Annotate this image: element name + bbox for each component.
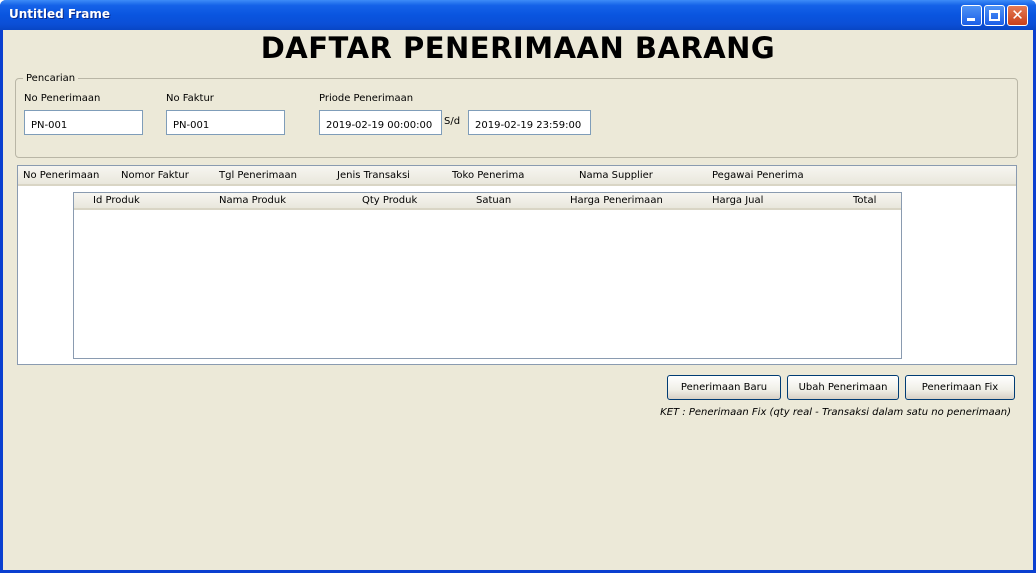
col-nama-supplier[interactable]: Nama Supplier — [579, 170, 653, 181]
no-penerimaan-input[interactable] — [24, 110, 143, 135]
close-button[interactable]: ✕ — [1007, 5, 1028, 26]
col-harga-jual[interactable]: Harga Jual — [712, 195, 763, 206]
sd-label: S/d — [444, 116, 461, 127]
col-total[interactable]: Total — [853, 195, 876, 206]
search-group-legend: Pencarian — [23, 73, 79, 84]
periode-from-input[interactable] — [319, 110, 442, 135]
penerimaan-fix-button[interactable]: Penerimaan Fix — [905, 375, 1015, 400]
col-tgl-penerimaan[interactable]: Tgl Penerimaan — [219, 170, 297, 181]
ubah-penerimaan-button[interactable]: Ubah Penerimaan — [787, 375, 899, 400]
ket-note: KET : Penerimaan Fix (qty real - Transak… — [660, 407, 1011, 418]
penerimaan-table[interactable]: No Penerimaan Nomor Faktur Tgl Penerimaa… — [17, 165, 1017, 365]
no-faktur-label: No Faktur — [166, 93, 214, 104]
col-nomor-faktur[interactable]: Nomor Faktur — [121, 170, 189, 181]
no-faktur-input[interactable] — [166, 110, 285, 135]
col-harga-penerimaan[interactable]: Harga Penerimaan — [570, 195, 663, 206]
no-penerimaan-label: No Penerimaan — [24, 93, 101, 104]
col-toko-penerima[interactable]: Toko Penerima — [452, 170, 524, 181]
detail-produk-table-header: Id Produk Nama Produk Qty Produk Satuan … — [74, 193, 901, 210]
col-id-produk[interactable]: Id Produk — [93, 195, 140, 206]
col-pegawai-penerima[interactable]: Pegawai Penerima — [712, 170, 804, 181]
detail-produk-table[interactable]: Id Produk Nama Produk Qty Produk Satuan … — [73, 192, 902, 359]
minimize-button[interactable] — [961, 5, 982, 26]
maximize-icon — [989, 10, 1000, 21]
col-no-penerimaan[interactable]: No Penerimaan — [23, 170, 99, 181]
periode-label: Priode Penerimaan — [319, 93, 414, 104]
periode-to-input[interactable] — [468, 110, 591, 135]
col-satuan[interactable]: Satuan — [476, 195, 511, 206]
app-window: Untitled Frame ✕ DAFTAR PENERIMAAN BARAN… — [0, 0, 1036, 573]
col-nama-produk[interactable]: Nama Produk — [219, 195, 286, 206]
minimize-icon — [967, 18, 975, 21]
page-title: DAFTAR PENERIMAAN BARANG — [260, 31, 776, 65]
window-title: Untitled Frame — [9, 7, 110, 21]
penerimaan-baru-button[interactable]: Penerimaan Baru — [667, 375, 781, 400]
col-qty-produk[interactable]: Qty Produk — [362, 195, 417, 206]
title-bar[interactable]: Untitled Frame ✕ — [0, 0, 1036, 30]
close-icon: ✕ — [1011, 6, 1024, 24]
col-jenis-transaksi[interactable]: Jenis Transaksi — [337, 170, 410, 181]
penerimaan-table-header: No Penerimaan Nomor Faktur Tgl Penerimaa… — [18, 166, 1016, 186]
maximize-button[interactable] — [984, 5, 1005, 26]
